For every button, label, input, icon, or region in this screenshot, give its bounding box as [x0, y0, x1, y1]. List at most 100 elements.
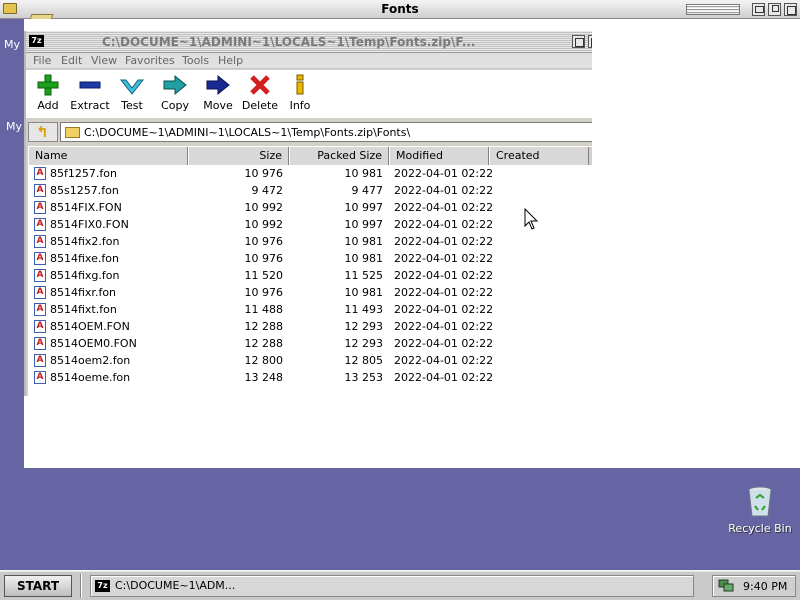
font-file-icon: A: [34, 184, 46, 197]
menu-view[interactable]: View: [91, 54, 117, 67]
close-button[interactable]: [784, 3, 797, 16]
file-name: 8514FIX0.FON: [50, 218, 129, 231]
table-row[interactable]: A 8514oem2.fon 12 800 12 805 2022-04-01 02:2…: [28, 352, 592, 369]
copy-button[interactable]: Copy: [153, 74, 197, 116]
outer-window-titlebar[interactable]: Fonts: [0, 0, 800, 19]
file-modified: 2022-04-01 02:22: [394, 320, 494, 333]
move-label: Move: [203, 99, 233, 112]
table-row[interactable]: A 8514oeme.fon 13 248 13 253 2022-04-01 02:2…: [28, 369, 592, 386]
menu-file[interactable]: File: [33, 54, 51, 67]
plus-icon: [26, 74, 70, 98]
info-button[interactable]: Info: [278, 74, 322, 116]
system-tray: 9:40 PM: [712, 575, 796, 597]
font-file-icon: A: [34, 167, 46, 180]
file-modified: 2022-04-01 02:22: [394, 201, 494, 214]
address-field[interactable]: C:\DOCUME~1\ADMINI~1\LOCALS~1\Temp\Fonts…: [60, 122, 592, 142]
table-row[interactable]: A 8514fixr.fon 10 976 10 981 2022-04-01 02:2…: [28, 284, 592, 301]
file-modified: 2022-04-01 02:22: [394, 354, 494, 367]
menu-tools[interactable]: Tools: [182, 54, 209, 67]
network-icon[interactable]: [718, 579, 734, 593]
font-file-icon: A: [34, 286, 46, 299]
column-header-name[interactable]: Name: [28, 147, 188, 165]
column-header-modified[interactable]: Modified: [389, 147, 489, 165]
move-arrow-icon: [196, 74, 240, 98]
table-row[interactable]: A 8514fixt.fon 11 488 11 493 2022-04-01 02:2…: [28, 301, 592, 318]
zip-close-button[interactable]: [588, 35, 592, 48]
taskbar: START 7z C:\DOCUME~1\ADM... 9:40 PM: [0, 570, 800, 600]
file-packed-size: 10 981: [344, 252, 384, 265]
check-icon: [110, 74, 154, 98]
table-row[interactable]: A 85s1257.fon 9 472 9 477 2022-04-01 02:22: [28, 182, 592, 199]
file-name: 8514oem2.fon: [50, 354, 131, 367]
desktop-label-fragment[interactable]: My: [4, 38, 20, 51]
extract-button[interactable]: Extract: [68, 74, 112, 116]
minimize-button[interactable]: [752, 3, 765, 16]
taskbar-item-7zip[interactable]: 7z C:\DOCUME~1\ADM...: [90, 575, 694, 597]
zip-window-titlebar[interactable]: 7z C:\DOCUME~1\ADMINI~1\LOCALS~1\Temp\Fo…: [26, 31, 592, 53]
file-size: 11 520: [244, 269, 284, 282]
file-name: 8514fixg.fon: [50, 269, 120, 282]
extract-label: Extract: [70, 99, 110, 112]
file-packed-size: 10 981: [344, 167, 384, 180]
file-packed-size: 11 493: [344, 303, 384, 316]
table-row[interactable]: A 8514OEM0.FON 12 288 12 293 2022-04-01 02:2…: [28, 335, 592, 352]
info-icon: [278, 74, 322, 98]
table-row[interactable]: A 8514OEM.FON 12 288 12 293 2022-04-01 02:22: [28, 318, 592, 335]
file-modified: 2022-04-01 02:22: [394, 218, 494, 231]
menu-bar: File Edit View Favorites Tools Help: [26, 53, 592, 69]
column-header-created[interactable]: Created: [489, 147, 589, 165]
maximize-button[interactable]: [768, 3, 781, 16]
table-row[interactable]: A 85f1257.fon 10 976 10 981 2022-04-01 02:22: [28, 165, 592, 182]
recycle-bin-icon: [748, 486, 772, 517]
7zip-logo-icon: 7z: [95, 580, 110, 592]
add-button[interactable]: Add: [26, 74, 70, 116]
file-packed-size: 12 293: [344, 337, 384, 350]
file-size: 13 248: [244, 371, 284, 384]
file-modified: 2022-04-01 02:22: [394, 337, 494, 350]
toolbar: Add Extract Test Copy Move Delete Info: [26, 70, 592, 118]
font-file-icon: A: [34, 269, 46, 282]
table-row[interactable]: A 8514fixe.fon 10 976 10 981 2022-04-01 02:2…: [28, 250, 592, 267]
7zip-logo-icon: 7z: [29, 35, 44, 47]
start-button[interactable]: START: [4, 575, 72, 597]
font-file-icon: A: [34, 354, 46, 367]
file-modified: 2022-04-01 02:22: [394, 269, 494, 282]
file-size: 10 992: [244, 201, 284, 214]
font-file-icon: A: [34, 303, 46, 316]
file-size: 10 976: [244, 286, 284, 299]
up-arrow-icon: ↰: [36, 123, 49, 141]
up-folder-button[interactable]: ↰: [28, 122, 58, 142]
folder-icon: [65, 127, 80, 138]
add-label: Add: [37, 99, 59, 112]
recycle-bin-label: Recycle Bin: [728, 522, 792, 535]
file-modified: 2022-04-01 02:22: [394, 371, 494, 384]
column-header-size[interactable]: Size: [188, 147, 289, 165]
column-header-packed-size[interactable]: Packed Size: [289, 147, 389, 165]
clock[interactable]: 9:40 PM: [743, 580, 787, 593]
table-row[interactable]: A 8514FIX0.FON 10 992 10 997 2022-04-01 02:2…: [28, 216, 592, 233]
taskbar-item-label: C:\DOCUME~1\ADM...: [115, 579, 236, 592]
test-button[interactable]: Test: [110, 74, 154, 116]
delete-x-icon: [238, 74, 282, 98]
table-row[interactable]: A 8514fix2.fon 10 976 10 981 2022-04-01 02:2…: [28, 233, 592, 250]
menu-favorites[interactable]: Favorites: [125, 54, 175, 67]
font-file-icon: A: [34, 337, 46, 350]
move-button[interactable]: Move: [196, 74, 240, 116]
delete-label: Delete: [241, 99, 279, 112]
zip-restore-button[interactable]: [572, 35, 585, 48]
file-packed-size: 12 805: [344, 354, 384, 367]
delete-button[interactable]: Delete: [238, 74, 282, 116]
file-size: 12 288: [244, 320, 284, 333]
font-file-icon: A: [34, 371, 46, 384]
file-size: 12 288: [244, 337, 284, 350]
menu-help[interactable]: Help: [218, 54, 243, 67]
table-row[interactable]: A 8514fixg.fon 11 520 11 525 2022-04-01 02:2…: [28, 267, 592, 284]
file-size: 10 976: [244, 252, 284, 265]
file-size: 12 800: [244, 354, 284, 367]
menu-edit[interactable]: Edit: [61, 54, 82, 67]
table-row[interactable]: A 8514FIX.FON 10 992 10 997 2022-04-01 02:22: [28, 199, 592, 216]
desktop-label-fragment[interactable]: My: [6, 120, 22, 133]
file-packed-size: 10 997: [344, 218, 384, 231]
recycle-bin[interactable]: Recycle Bin: [722, 486, 798, 535]
font-file-icon: A: [34, 201, 46, 214]
